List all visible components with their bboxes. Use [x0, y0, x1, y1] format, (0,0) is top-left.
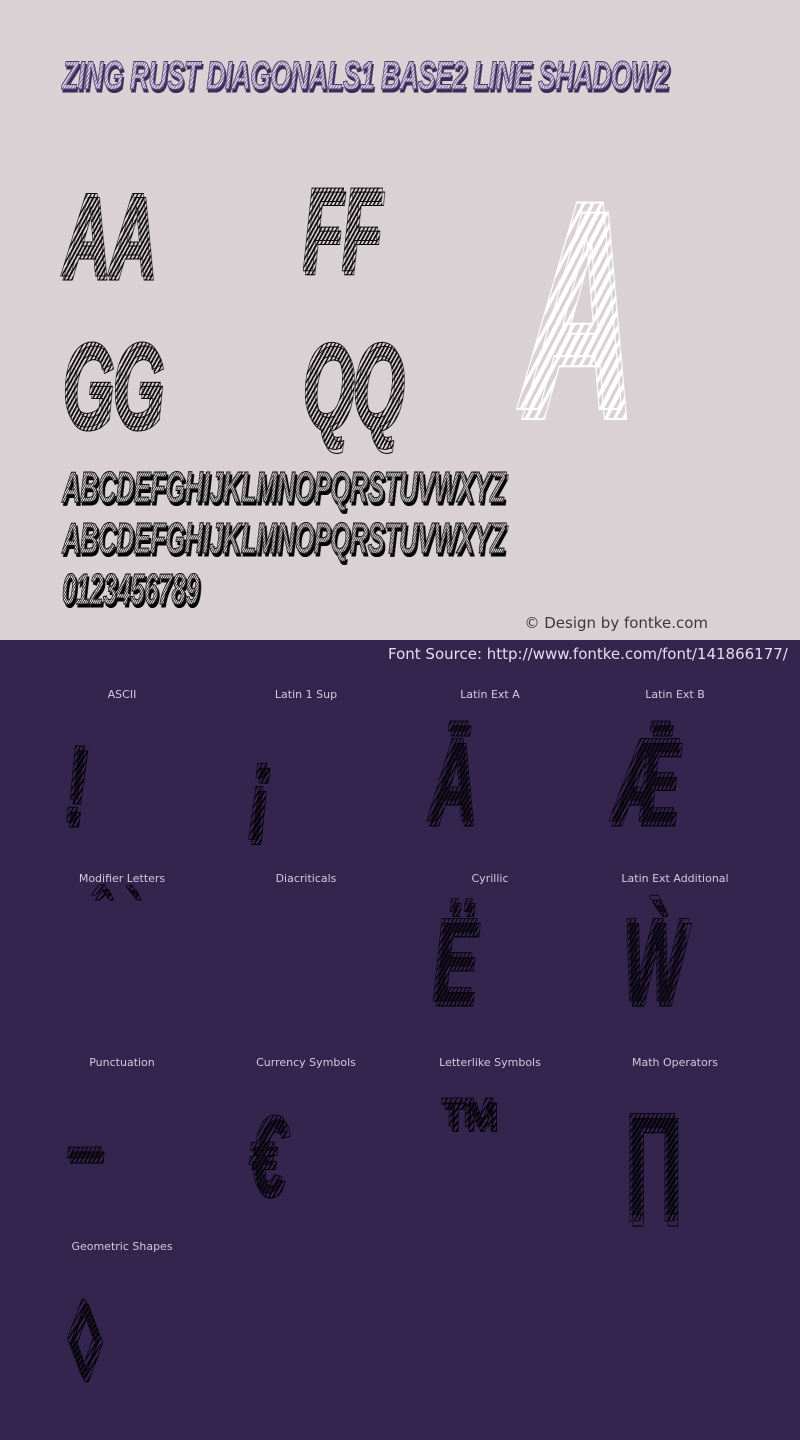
charset-glyph-latin-ext-additional: Ẁ — [622, 893, 685, 1027]
uppercase-sample: ABCDEFGHIJKLMNOPQRSTUVWXYZ — [62, 463, 506, 512]
charset-label-math-operators: Math Operators — [632, 1056, 718, 1069]
font-title: Zing Rust Diagonals1 Base2 Line Shadow2 — [62, 54, 670, 99]
font-source-link[interactable]: Font Source: http://www.fontke.com/font/… — [388, 645, 788, 663]
sample-pair-qq: QQ — [302, 318, 404, 452]
lowercase-sample: abcdefghijklmnopqrstuvwxyz — [62, 514, 506, 563]
charset-glyph-modifier-letters: ˆ ˋ — [90, 876, 136, 943]
sample-pair-ff: FF — [302, 163, 382, 297]
charset-label-punctuation: Punctuation — [89, 1056, 155, 1069]
charset-label-latin1-sup: Latin 1 Sup — [274, 688, 338, 701]
charset-label-latin-ext-additional: Latin Ext Additional — [621, 872, 729, 885]
charset-glyph-math-operators: ∏ — [622, 1088, 682, 1222]
charset-label-ascii: ASCII — [107, 688, 137, 701]
charset-glyph-latin-ext-b: Ǣ — [612, 713, 679, 847]
charset-label-latin-ext-b: Latin Ext B — [645, 688, 705, 701]
charset-glyph-latin1-sup: ¡ — [248, 723, 271, 846]
charset-glyph-geometric-shapes: ◊ — [66, 1278, 99, 1401]
charset-label-geometric-shapes: Geometric Shapes — [71, 1240, 173, 1253]
charset-panel — [0, 640, 800, 1440]
font-preview-panel: Zing Rust Diagonals1 Base2 Line Shadow2 … — [0, 0, 800, 640]
charset-label-letterlike-symbols: Letterlike Symbols — [439, 1056, 541, 1069]
sample-pair-gg: GG — [62, 318, 164, 452]
charset-glyph-cyrillic: Ё — [432, 893, 477, 1027]
charset-glyph-letterlike-symbols: ™ — [436, 1080, 500, 1180]
sample-pair-aa: AA — [62, 168, 157, 302]
design-credit: © Design by fontke.com — [524, 614, 708, 632]
charset-label-cyrillic: Cyrillic — [471, 872, 509, 885]
digits-sample: 0123456789 — [62, 565, 200, 614]
hero-glyph: A — [519, 137, 633, 473]
charset-glyph-ascii: ! — [64, 723, 87, 846]
charset-label-latin-ext-a: Latin Ext A — [460, 688, 520, 701]
charset-label-diacriticals: Diacriticals — [275, 872, 337, 885]
charset-label-currency-symbols: Currency Symbols — [256, 1056, 356, 1069]
charset-glyph-currency-symbols: € — [248, 1093, 285, 1216]
charset-glyph-punctuation: – — [66, 1083, 103, 1206]
charset-glyph-latin-ext-a: Ā — [428, 713, 476, 847]
